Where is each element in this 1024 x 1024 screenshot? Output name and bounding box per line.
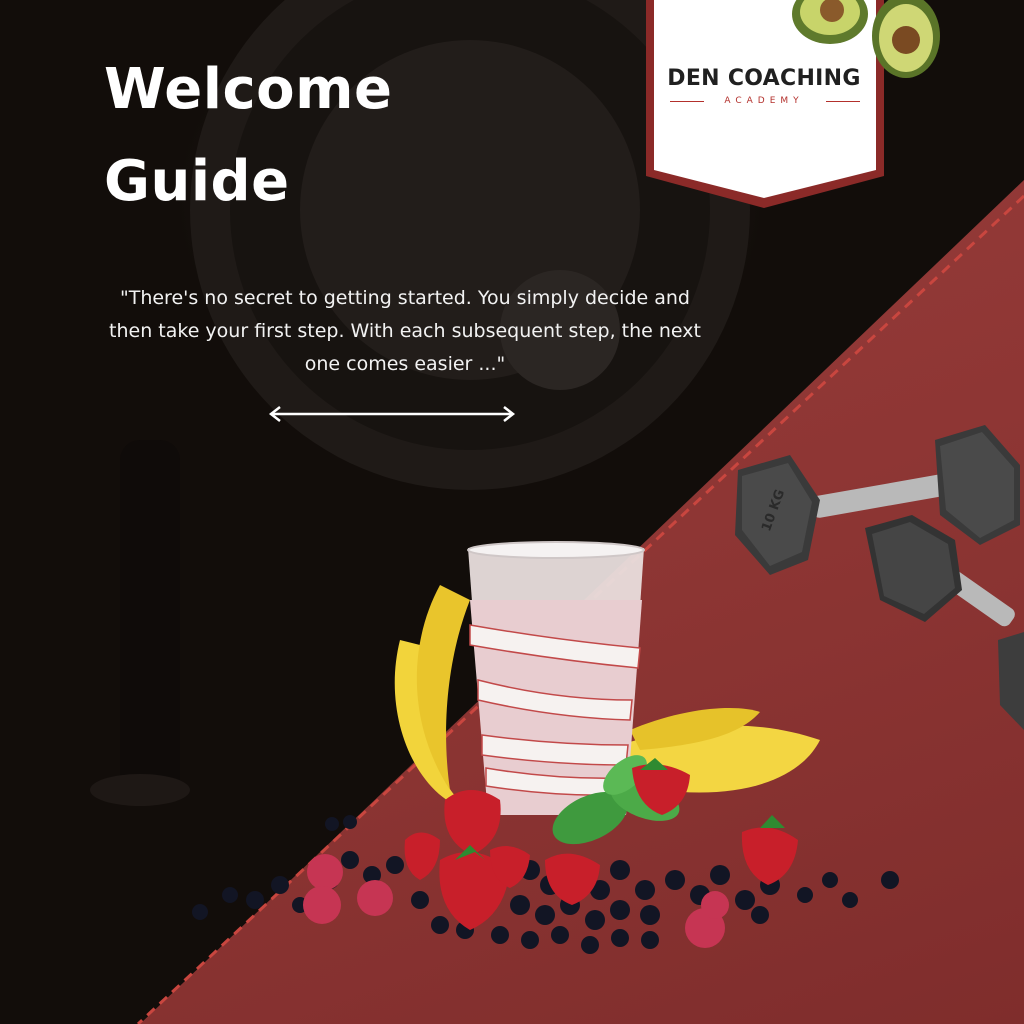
berries-illustration [192, 758, 899, 954]
